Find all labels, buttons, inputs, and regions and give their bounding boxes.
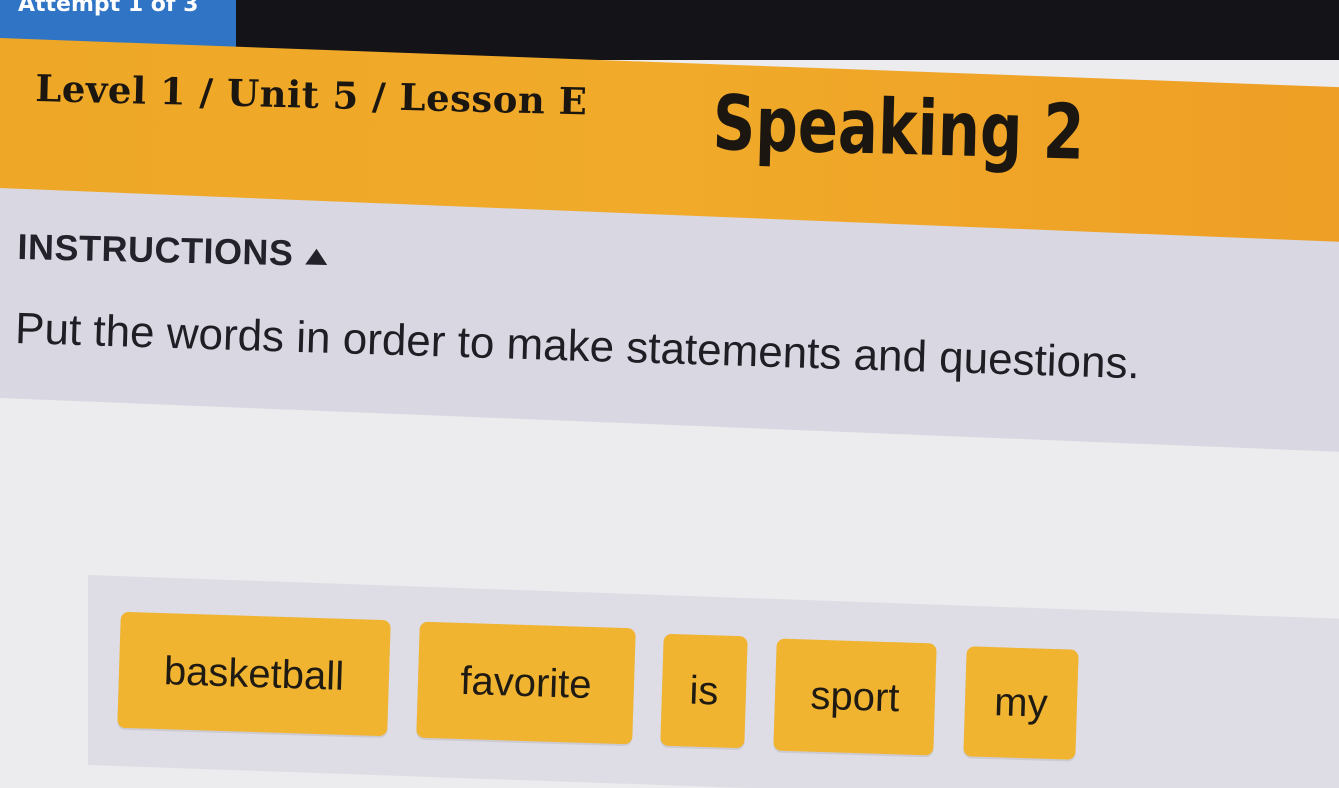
word-tile-sport[interactable]: sport bbox=[773, 638, 937, 756]
lesson-screen: Attempt 1 of 3 Level 1 / Unit 5 / Lesson… bbox=[0, 0, 1339, 788]
instructions-label: INSTRUCTIONS bbox=[17, 226, 294, 274]
word-tile-basketball[interactable]: basketball bbox=[117, 611, 391, 737]
page-title: Speaking 2 bbox=[711, 78, 1086, 177]
caret-up-icon[interactable] bbox=[305, 248, 328, 266]
word-tile-is[interactable]: is bbox=[660, 633, 748, 749]
word-tile-favorite[interactable]: favorite bbox=[416, 621, 636, 745]
instructions-toggle[interactable]: INSTRUCTIONS bbox=[17, 226, 328, 275]
word-tile-my[interactable]: my bbox=[963, 646, 1079, 760]
